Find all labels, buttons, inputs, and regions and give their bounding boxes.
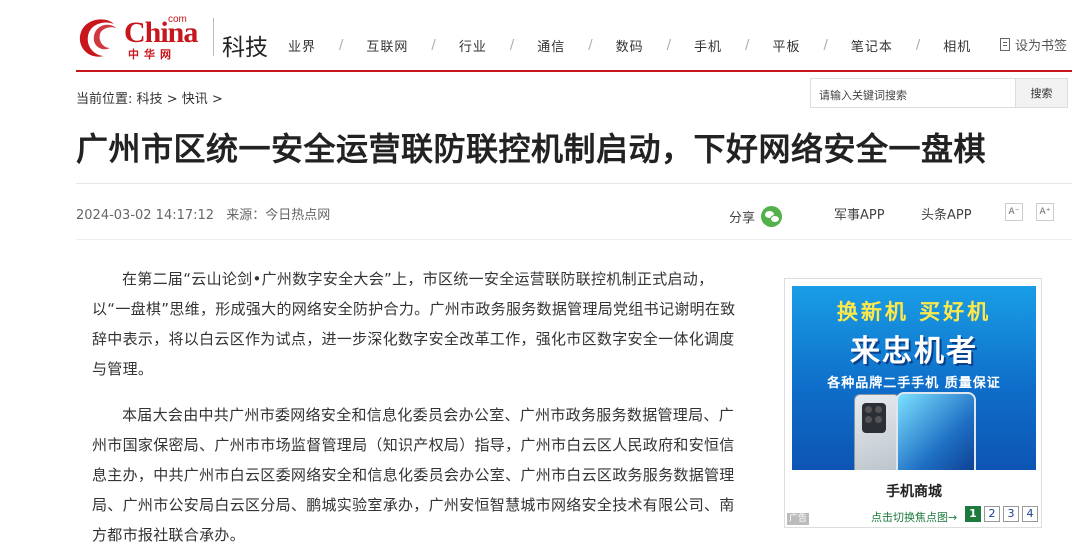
nav-separator: / <box>915 38 921 53</box>
nav-separator: / <box>666 38 672 53</box>
font-increase-button[interactable]: A⁺ <box>1036 203 1054 221</box>
ad-page-2[interactable]: 2 <box>984 506 1000 522</box>
bookmark-button[interactable]: 设为书签 <box>1000 35 1067 54</box>
headline-app-link[interactable]: 头条APP <box>921 204 972 223</box>
bookmark-label: 设为书签 <box>1015 39 1068 54</box>
ad-switch-hint: 点击切换焦点图→ <box>871 511 958 524</box>
nav-item-laptop[interactable]: 笔记本 <box>851 36 893 55</box>
article-paragraph: 在第二届“云山论剑•广州数字安全大会”上，市区统一安全运营联防联控机制正式启动，… <box>92 270 736 378</box>
nav-separator: / <box>431 38 436 53</box>
article-meta: 2024-03-02 14:17:12 来源：今日热点网 <box>76 204 338 223</box>
nav-item-sector[interactable]: 行业 <box>459 36 487 55</box>
article-source: 来源：今日热点网 <box>226 208 331 223</box>
phone-back-image <box>854 394 900 470</box>
nav-item-phone[interactable]: 手机 <box>694 36 722 55</box>
nav-item-internet[interactable]: 互联网 <box>366 36 408 55</box>
nav-separator: / <box>509 38 515 53</box>
ad-page-1[interactable]: 1 <box>965 506 981 522</box>
phone-front-image <box>896 392 976 470</box>
nav-separator: / <box>823 38 828 53</box>
ad-pager: 1 2 3 4 <box>965 506 1038 522</box>
nav-item-telecom[interactable]: 通信 <box>537 36 565 55</box>
ad-tag: 广告 <box>787 513 810 525</box>
font-decrease-button[interactable]: A⁻ <box>1005 203 1023 221</box>
ad-page-4[interactable]: 4 <box>1022 506 1038 522</box>
breadcrumb-prefix: 当前位置: <box>76 92 133 107</box>
camera-module <box>862 403 886 433</box>
title-divider <box>76 183 1072 184</box>
meta-divider <box>76 239 1072 240</box>
publish-datetime: 2024-03-02 14:17:12 <box>76 208 215 223</box>
sidebar-ad: 换新机 买好机 来忠机者 各种品牌二手手机 质量保证 手机商城 广告 点击切换焦… <box>784 278 1042 528</box>
nav-separator: / <box>745 38 750 53</box>
breadcrumb: 当前位置: 科技 > 快讯 > <box>76 88 223 107</box>
nav-separator: / <box>339 38 344 53</box>
wechat-icon[interactable] <box>761 206 783 227</box>
logo-swirl-icon <box>79 19 116 57</box>
article-title: 广州市区统一安全运营联防联控机制启动，下好网络安全一盘棋 <box>76 130 987 168</box>
breadcrumb-separator: > <box>166 92 178 107</box>
search-input[interactable] <box>811 79 1015 107</box>
ad-store-name[interactable]: 手机商城 <box>785 481 1043 501</box>
article-body: 在第二届“云山论剑•广州数字安全大会”上，市区统一安全运营联防联控机制正式启动，… <box>92 264 740 560</box>
nav-item-camera[interactable]: 相机 <box>943 36 971 55</box>
share-label: 分享 <box>729 211 756 226</box>
search-box: 搜索 <box>810 78 1068 108</box>
ad-slogan-1: 换新机 买好机 <box>836 300 992 324</box>
bookmark-icon <box>1000 38 1010 51</box>
nav-item-tablet[interactable]: 平板 <box>772 36 800 55</box>
share-button[interactable]: 分享 <box>729 206 783 227</box>
china-com-logo[interactable]: China com 中华网 <box>76 14 198 62</box>
nav-item-industry[interactable]: 业界 <box>288 36 316 55</box>
header-red-rule <box>76 70 1072 72</box>
channel-title[interactable]: 科技 <box>222 28 268 62</box>
logo-chinese: 中华网 <box>128 48 176 61</box>
nav-separator: / <box>588 38 593 53</box>
military-app-link[interactable]: 军事APP <box>834 204 885 223</box>
breadcrumb-item-tech[interactable]: 科技 <box>137 92 163 107</box>
ad-slogan-2: 来忠机者 <box>850 334 978 369</box>
ad-page-3[interactable]: 3 <box>1003 506 1019 522</box>
ad-banner-image[interactable]: 换新机 买好机 来忠机者 各种品牌二手手机 质量保证 <box>792 286 1036 470</box>
breadcrumb-item-news[interactable]: 快讯 <box>182 92 208 107</box>
breadcrumb-separator: > <box>211 92 223 107</box>
site-header: China com 中华网 科技 业界 / 互联网 / 行业 / 通信 / 数码… <box>0 0 1080 72</box>
ad-slogan-3: 各种品牌二手手机 质量保证 <box>827 376 1001 391</box>
header-divider <box>213 18 214 56</box>
top-nav: 业界 / 互联网 / 行业 / 通信 / 数码 / 手机 / 平板 / 笔记本 … <box>288 36 971 55</box>
nav-item-digital[interactable]: 数码 <box>616 36 644 55</box>
search-button[interactable]: 搜索 <box>1015 79 1067 107</box>
article-paragraph: 本届大会由中共广州市委网络安全和信息化委员会办公室、广州市政务服务数据管理局、广… <box>92 406 735 544</box>
logo-com: com <box>168 14 187 25</box>
